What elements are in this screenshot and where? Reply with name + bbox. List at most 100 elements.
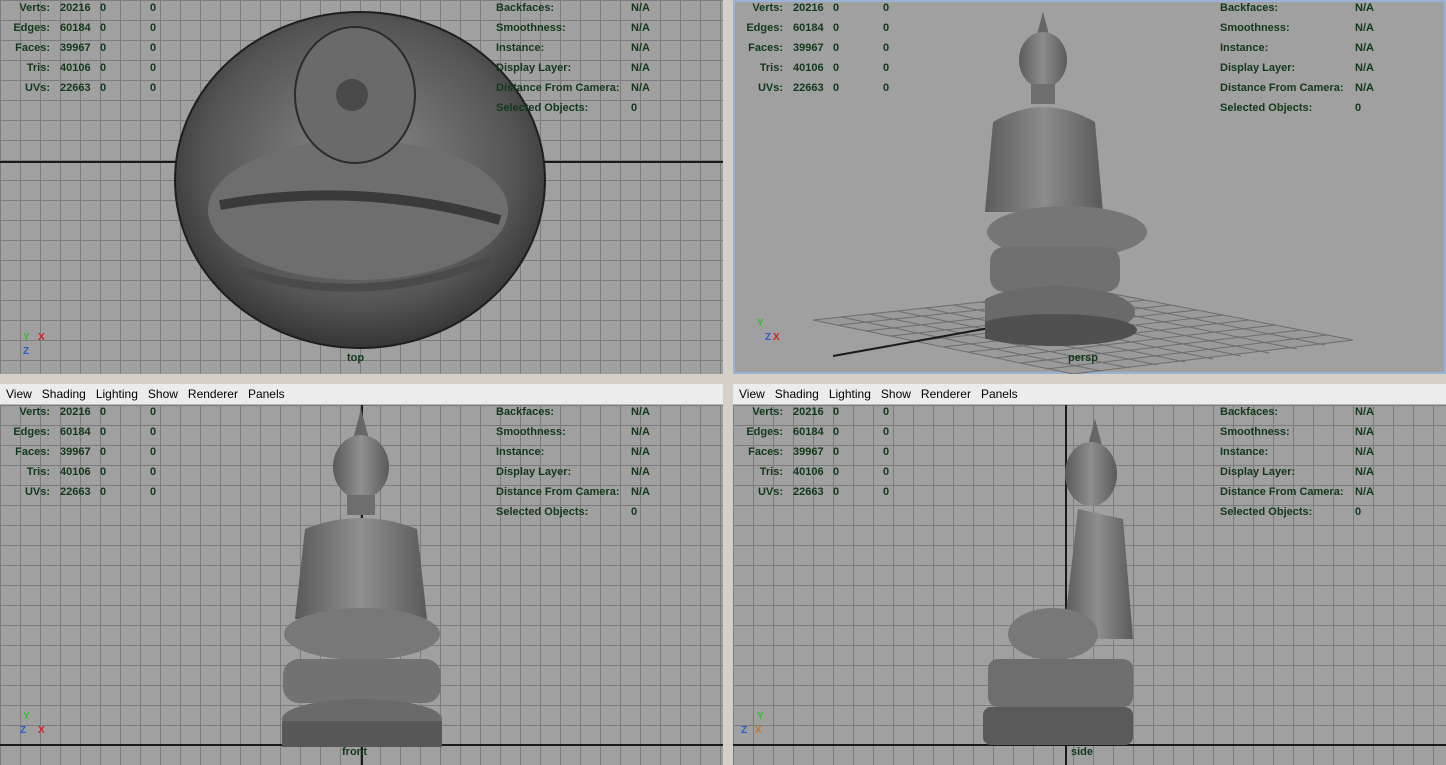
gizmo-z-label: Z [23,346,30,357]
info-value: N/A [631,466,650,478]
front-buddha-model [282,409,442,747]
stats-label: Edges: [746,426,783,438]
info-row: Backfaces: N/A [496,0,671,18]
stats-selected: 0 [833,486,840,498]
side-camera-label: side [1071,746,1094,758]
stats-selected: 0 [100,82,107,94]
stats-row: Verts: 20216 0 0 [733,402,913,422]
info-row: Instance: N/A [1220,38,1395,58]
info-label: Selected Objects: [1220,506,1313,518]
menu-show[interactable]: Show [143,387,183,401]
viewport-panel-front[interactable]: View Shading Lighting Show Renderer Panels Y … [0,384,723,765]
stats-selected: 0 [100,2,107,14]
stats-row: Verts: 20216 0 0 [0,402,180,422]
info-label: Selected Objects: [496,506,589,518]
viewport-panel-side[interactable]: View Shading Lighting Show Renderer Panels Y … [733,384,1446,765]
stats-row: Faces: 39967 0 0 [0,38,180,58]
top-stats-hud: Verts: 20216 0 0 Edges: 60184 0 0 Faces: 39967 0 0 T… [0,0,180,98]
stats-row: UVs: 22663 0 0 [0,482,180,502]
info-value: N/A [631,82,650,94]
stats-label: Tris: [759,62,783,74]
info-row: Backfaces: N/A [1220,402,1395,422]
stats-row: Tris: 40106 0 0 [733,58,913,78]
stats-label: Faces: [748,42,783,54]
stats-component: 0 [883,446,890,458]
menu-panels[interactable]: Panels [976,387,1023,401]
menu-shading[interactable]: Shading [770,387,824,401]
gizmo-y-label: Y [23,711,30,722]
stats-row: Edges: 60184 0 0 [0,422,180,442]
side-viewport[interactable]: Y Z X side Verts: 20216 0 0 Edges: 60184 0 0 Fac… [733,405,1446,765]
side-axis-gizmo: Y Z X [741,711,781,741]
stats-selected: 0 [100,62,107,74]
info-value: N/A [1355,406,1374,418]
stats-component: 0 [883,62,890,74]
info-row: Distance From Camera: N/A [496,78,671,98]
stats-total: 60184 [793,22,824,34]
top-viewport[interactable]: Y X Z top Verts: 20216 0 0 Edges: 60184 0 0 Face… [0,0,723,374]
info-label: Smoothness: [496,22,566,34]
info-label: Instance: [1220,42,1269,54]
info-row: Backfaces: N/A [496,402,671,422]
menu-renderer[interactable]: Renderer [183,387,243,401]
info-value: N/A [1355,486,1374,498]
gizmo-x-label: X [38,332,45,343]
stats-selected: 0 [833,406,840,418]
viewport-panel-top[interactable]: Y X Z top Verts: 20216 0 0 Edges: 60184 0 0 Face… [0,0,723,374]
top-camera-label: top [347,352,365,364]
stats-row: Faces: 39967 0 0 [733,38,913,58]
viewport-panel-persp[interactable]: Y Z X persp Verts: 20216 0 0 Edges: 60184 0 0 Fa… [733,0,1446,374]
stats-selected: 0 [100,22,107,34]
gizmo-z-label: Z [741,725,748,736]
stats-label: Edges: [746,22,783,34]
stats-total: 22663 [793,486,824,498]
menu-panels[interactable]: Panels [243,387,290,401]
persp-viewport[interactable]: Y Z X persp Verts: 20216 0 0 Edges: 60184 0 0 Fa… [733,0,1446,374]
front-axis-gizmo: Y Z X [20,711,60,741]
menu-shading[interactable]: Shading [37,387,91,401]
stats-label: Edges: [13,22,50,34]
menu-lighting[interactable]: Lighting [91,387,143,401]
gizmo-x-label: X [773,332,780,343]
menu-show[interactable]: Show [876,387,916,401]
info-label: Smoothness: [1220,22,1290,34]
gizmo-y-label: Y [757,318,764,329]
menu-renderer[interactable]: Renderer [916,387,976,401]
stats-component: 0 [150,406,157,418]
info-row: Smoothness: N/A [1220,422,1395,442]
info-row: Distance From Camera: N/A [1220,78,1395,98]
front-viewport[interactable]: Y Z X front Verts: 20216 0 0 Edges: 60184 0 0 Fa… [0,405,723,765]
info-value: 0 [631,506,638,518]
stats-label: Tris: [26,62,50,74]
stats-component: 0 [883,406,890,418]
menu-lighting[interactable]: Lighting [824,387,876,401]
info-row: Distance From Camera: N/A [496,482,671,502]
info-value: N/A [631,22,650,34]
stats-row: Tris: 40106 0 0 [0,462,180,482]
info-value: N/A [1355,62,1374,74]
stats-total: 60184 [60,426,91,438]
info-label: Distance From Camera: [496,486,620,498]
stats-label: Verts: [752,406,783,418]
stats-total: 60184 [60,22,91,34]
stats-component: 0 [150,486,157,498]
top-info-hud: Backfaces: N/A Smoothness: N/A Instance: N/A D… [496,0,671,118]
menu-view[interactable]: View [0,387,37,401]
info-row: Instance: N/A [1220,442,1395,462]
stats-component: 0 [150,62,157,74]
stats-row: Edges: 60184 0 0 [733,18,913,38]
persp-stats-hud: Verts: 20216 0 0 Edges: 60184 0 0 Faces: 39967 0 0 T… [733,0,913,98]
info-value: N/A [1355,446,1374,458]
stats-selected: 0 [833,42,840,54]
info-row: Display Layer: N/A [496,58,671,78]
stats-total: 40106 [793,466,824,478]
info-value: N/A [1355,426,1374,438]
stats-row: UVs: 22663 0 0 [733,482,913,502]
stats-label: Tris: [759,466,783,478]
stats-component: 0 [883,486,890,498]
stats-row: Faces: 39967 0 0 [0,442,180,462]
stats-label: UVs: [757,82,783,94]
menu-view[interactable]: View [733,387,770,401]
info-value: 0 [631,102,638,114]
stats-row: Verts: 20216 0 0 [0,0,180,18]
